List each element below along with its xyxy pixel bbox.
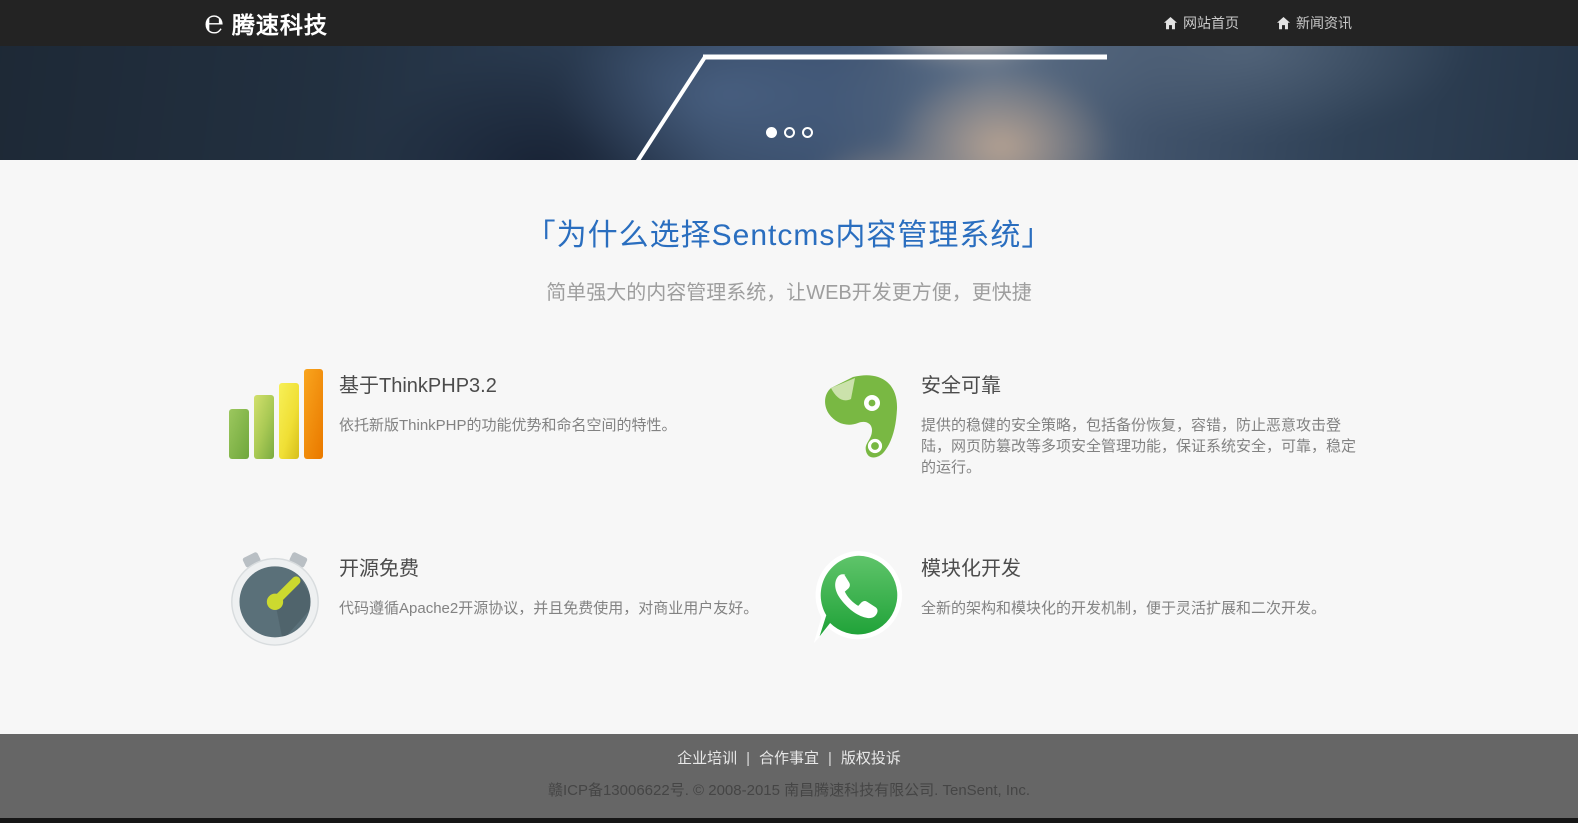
footer-separator: | — [828, 750, 832, 767]
carousel-dot[interactable] — [766, 127, 777, 138]
feature-title: 开源免费 — [339, 552, 758, 581]
feature-title: 安全可靠 — [921, 369, 1359, 398]
copyright-text: 赣ICP备13006622号. © 2008-2015 南昌腾速科技有限公司. … — [0, 779, 1578, 800]
footer-link-cooperation[interactable]: 合作事宜 — [759, 750, 819, 767]
feature-desc: 代码遵循Apache2开源协议，并且免费使用，对商业用户友好。 — [339, 598, 758, 619]
evernote-elephant-icon — [809, 367, 905, 463]
footer-link-training[interactable]: 企业培训 — [677, 750, 737, 767]
features-grid: 基于ThinkPHP3.2 依托新版ThinkPHP的功能优势和命名空间的特性。… — [219, 367, 1359, 646]
top-nav: 网站首页 新闻资讯 — [1126, 13, 1352, 33]
footer-separator: | — [746, 750, 750, 767]
top-header: ℮ 腾速科技 网站首页 新闻资讯 — [0, 0, 1578, 46]
hero-carousel — [0, 46, 1578, 160]
page-footer: 企业培训 | 合作事宜 | 版权投诉 赣ICP备13006622号. © 2008-20… — [0, 734, 1578, 818]
brand-e-icon: ℮ — [204, 5, 224, 38]
footer-links: 企业培训 | 合作事宜 | 版权投诉 — [0, 747, 1578, 768]
feature-modular: 模块化开发 全新的架构和模块化的开发机制，便于灵活扩展和二次开发。 — [801, 550, 1359, 646]
feature-security: 安全可靠 提供的稳健的安全策略，包括备份恢复，容错，防止恶意攻击登陆，网页防篡改… — [801, 367, 1359, 478]
brand-logo[interactable]: ℮ 腾速科技 — [204, 6, 328, 40]
feature-title: 基于ThinkPHP3.2 — [339, 369, 677, 398]
carousel-dot[interactable] — [802, 127, 813, 138]
carousel-dot[interactable] — [784, 127, 795, 138]
feature-desc: 全新的架构和模块化的开发机制，便于灵活扩展和二次开发。 — [921, 598, 1326, 619]
nav-item-news[interactable]: 新闻资讯 — [1277, 13, 1352, 33]
home-icon — [1164, 17, 1177, 30]
section-subtitle: 简单强大的内容管理系统，让WEB开发更方便，更快捷 — [0, 276, 1578, 305]
whatsapp-icon — [809, 550, 905, 646]
section-title: 「为什么选择Sentcms内容管理系统」 — [0, 210, 1578, 254]
feature-opensource: 开源免费 代码遵循Apache2开源协议，并且免费使用，对商业用户友好。 — [219, 550, 777, 646]
home-icon — [1277, 17, 1290, 30]
feature-thinkphp: 基于ThinkPHP3.2 依托新版ThinkPHP的功能优势和命名空间的特性。 — [219, 367, 777, 478]
nav-item-label: 新闻资讯 — [1296, 13, 1352, 33]
feature-title: 模块化开发 — [921, 552, 1326, 581]
carousel-dots — [0, 127, 1578, 138]
footer-link-copyright-complaint[interactable]: 版权投诉 — [841, 750, 901, 767]
stopwatch-icon — [227, 550, 323, 646]
hero-image — [0, 46, 1578, 160]
bar-chart-icon — [227, 367, 323, 463]
nav-item-home[interactable]: 网站首页 — [1164, 13, 1239, 33]
main-section: 「为什么选择Sentcms内容管理系统」 简单强大的内容管理系统，让WEB开发更… — [0, 160, 1578, 734]
feature-desc: 依托新版ThinkPHP的功能优势和命名空间的特性。 — [339, 415, 677, 436]
nav-item-label: 网站首页 — [1183, 13, 1239, 33]
bottom-black-bar — [0, 818, 1578, 823]
brand-name: 腾速科技 — [232, 6, 328, 40]
feature-desc: 提供的稳健的安全策略，包括备份恢复，容错，防止恶意攻击登陆，网页防篡改等多项安全… — [921, 415, 1359, 478]
